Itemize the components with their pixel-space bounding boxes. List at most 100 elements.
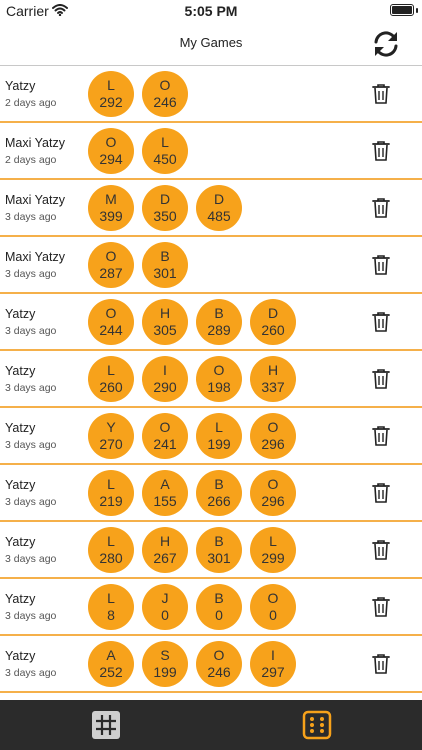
player-score: 287 <box>99 265 123 281</box>
player-list: Y 270 O 241 L 199 O 296 <box>88 413 304 459</box>
game-time: 3 days ago <box>5 211 57 223</box>
player-initial: J <box>161 590 169 606</box>
player-list: L 219 A 155 B 266 O 296 <box>88 470 304 516</box>
player-badge: O 287 <box>88 242 134 288</box>
player-initial: L <box>215 419 223 435</box>
player-score: 399 <box>99 208 123 224</box>
player-badge: O 244 <box>88 299 134 345</box>
navigation-bar: My Games <box>0 22 422 66</box>
trash-icon[interactable] <box>371 368 391 390</box>
player-score: 289 <box>207 322 231 338</box>
game-time: 2 days ago <box>5 154 57 166</box>
game-row[interactable]: Maxi Yatzy 2 days ago O 294 L 450 <box>0 123 422 180</box>
player-score: 260 <box>261 322 285 338</box>
dice-tab-icon[interactable] <box>302 710 332 740</box>
player-initial: B <box>214 590 224 606</box>
player-badge: L 299 <box>250 527 296 573</box>
trash-icon[interactable] <box>371 653 391 675</box>
player-badge: H 267 <box>142 527 188 573</box>
game-row[interactable]: Yatzy 3 days ago O 244 H 305 B 289 D 260 <box>0 294 422 351</box>
game-row[interactable]: Maxi Yatzy 3 days ago O 287 B 301 <box>0 237 422 294</box>
game-row[interactable]: Yatzy 3 days ago L 8 J 0 B 0 O 0 <box>0 579 422 636</box>
status-bar: Carrier 5:05 PM <box>0 0 422 22</box>
player-score: 0 <box>161 607 169 623</box>
player-score: 199 <box>207 436 231 452</box>
player-badge: B 289 <box>196 299 242 345</box>
trash-icon[interactable] <box>371 311 391 333</box>
player-initial: O <box>105 305 117 321</box>
player-badge: L 199 <box>196 413 242 459</box>
player-list: L8J0B0O0 <box>88 584 304 630</box>
player-initial: L <box>107 533 115 549</box>
player-score: 252 <box>99 664 123 680</box>
player-list: M 399 D 350 D 485 <box>88 185 250 231</box>
player-score: 294 <box>99 151 123 167</box>
game-row[interactable]: Maxi Yatzy 3 days ago M 399 D 350 D 485 <box>0 180 422 237</box>
player-initial: D <box>213 191 225 207</box>
game-row[interactable]: Yatzy 3 days ago L 280 H 267 B 301 L 299 <box>0 522 422 579</box>
game-row[interactable]: Yatzy 2 days ago L 292 O 246 <box>0 66 422 123</box>
player-initial: L <box>107 476 115 492</box>
trash-icon[interactable] <box>371 83 391 105</box>
player-badge: O 296 <box>250 470 296 516</box>
grid-tab-icon[interactable] <box>91 710 121 740</box>
player-score: 155 <box>153 493 177 509</box>
game-name: Yatzy <box>5 649 36 663</box>
player-initial: L <box>161 134 169 150</box>
player-score: 299 <box>261 550 285 566</box>
player-score: 301 <box>153 265 177 281</box>
games-list[interactable]: Yatzy 2 days ago L 292 O 246 Maxi Yatzy 2 days … <box>0 66 422 700</box>
player-score: 267 <box>153 550 177 566</box>
player-initial: Y <box>106 419 116 435</box>
player-initial: A <box>106 647 116 663</box>
game-name: Yatzy <box>5 307 36 321</box>
refresh-icon[interactable] <box>370 28 402 60</box>
game-name: Yatzy <box>5 535 36 549</box>
battery-cap <box>416 8 418 13</box>
trash-icon[interactable] <box>371 140 391 162</box>
game-row[interactable]: Yatzy 3 days ago Y 270 O 241 L 199 O 296 <box>0 408 422 465</box>
player-initial: B <box>214 533 224 549</box>
player-badge: A 155 <box>142 470 188 516</box>
trash-icon[interactable] <box>371 482 391 504</box>
player-initial: O <box>105 248 117 264</box>
player-list: O 287 B 301 <box>88 242 196 288</box>
player-badge: B0 <box>196 584 242 630</box>
player-badge: O 246 <box>142 71 188 117</box>
player-badge: L 219 <box>88 470 134 516</box>
player-score: 305 <box>153 322 177 338</box>
player-initial: B <box>214 305 224 321</box>
player-score: 0 <box>269 607 277 623</box>
game-name: Yatzy <box>5 79 36 93</box>
game-time: 3 days ago <box>5 496 57 508</box>
player-list: L 280 H 267 B 301 L 299 <box>88 527 304 573</box>
game-row[interactable]: Yatzy 3 days ago L 260 I 290 O 198 H 337 <box>0 351 422 408</box>
game-time: 3 days ago <box>5 439 57 451</box>
player-badge: O 246 <box>196 641 242 687</box>
player-initial: L <box>269 533 277 549</box>
player-score: 292 <box>99 94 123 110</box>
trash-icon[interactable] <box>371 254 391 276</box>
player-badge: H 305 <box>142 299 188 345</box>
player-badge: O 198 <box>196 356 242 402</box>
player-score: 296 <box>261 493 285 509</box>
game-row[interactable]: Yatzy 3 days ago L 219 A 155 B 266 O 296 <box>0 465 422 522</box>
game-row[interactable]: Yatzy 3 days ago A 252 S 199 O 246 I 297 <box>0 636 422 693</box>
player-score: 301 <box>207 550 231 566</box>
player-list: L 260 I 290 O 198 H 337 <box>88 356 304 402</box>
game-name: Maxi Yatzy <box>5 250 65 264</box>
player-score: 219 <box>99 493 123 509</box>
trash-icon[interactable] <box>371 197 391 219</box>
trash-icon[interactable] <box>371 425 391 447</box>
player-score: 266 <box>207 493 231 509</box>
trash-icon[interactable] <box>371 539 391 561</box>
trash-icon[interactable] <box>371 596 391 618</box>
player-initial: O <box>105 134 117 150</box>
player-badge: O0 <box>250 584 296 630</box>
player-initial: H <box>159 305 171 321</box>
player-initial: O <box>159 419 171 435</box>
game-name: Maxi Yatzy <box>5 193 65 207</box>
player-badge: B 301 <box>196 527 242 573</box>
clock: 5:05 PM <box>184 3 238 19</box>
player-score: 485 <box>207 208 231 224</box>
